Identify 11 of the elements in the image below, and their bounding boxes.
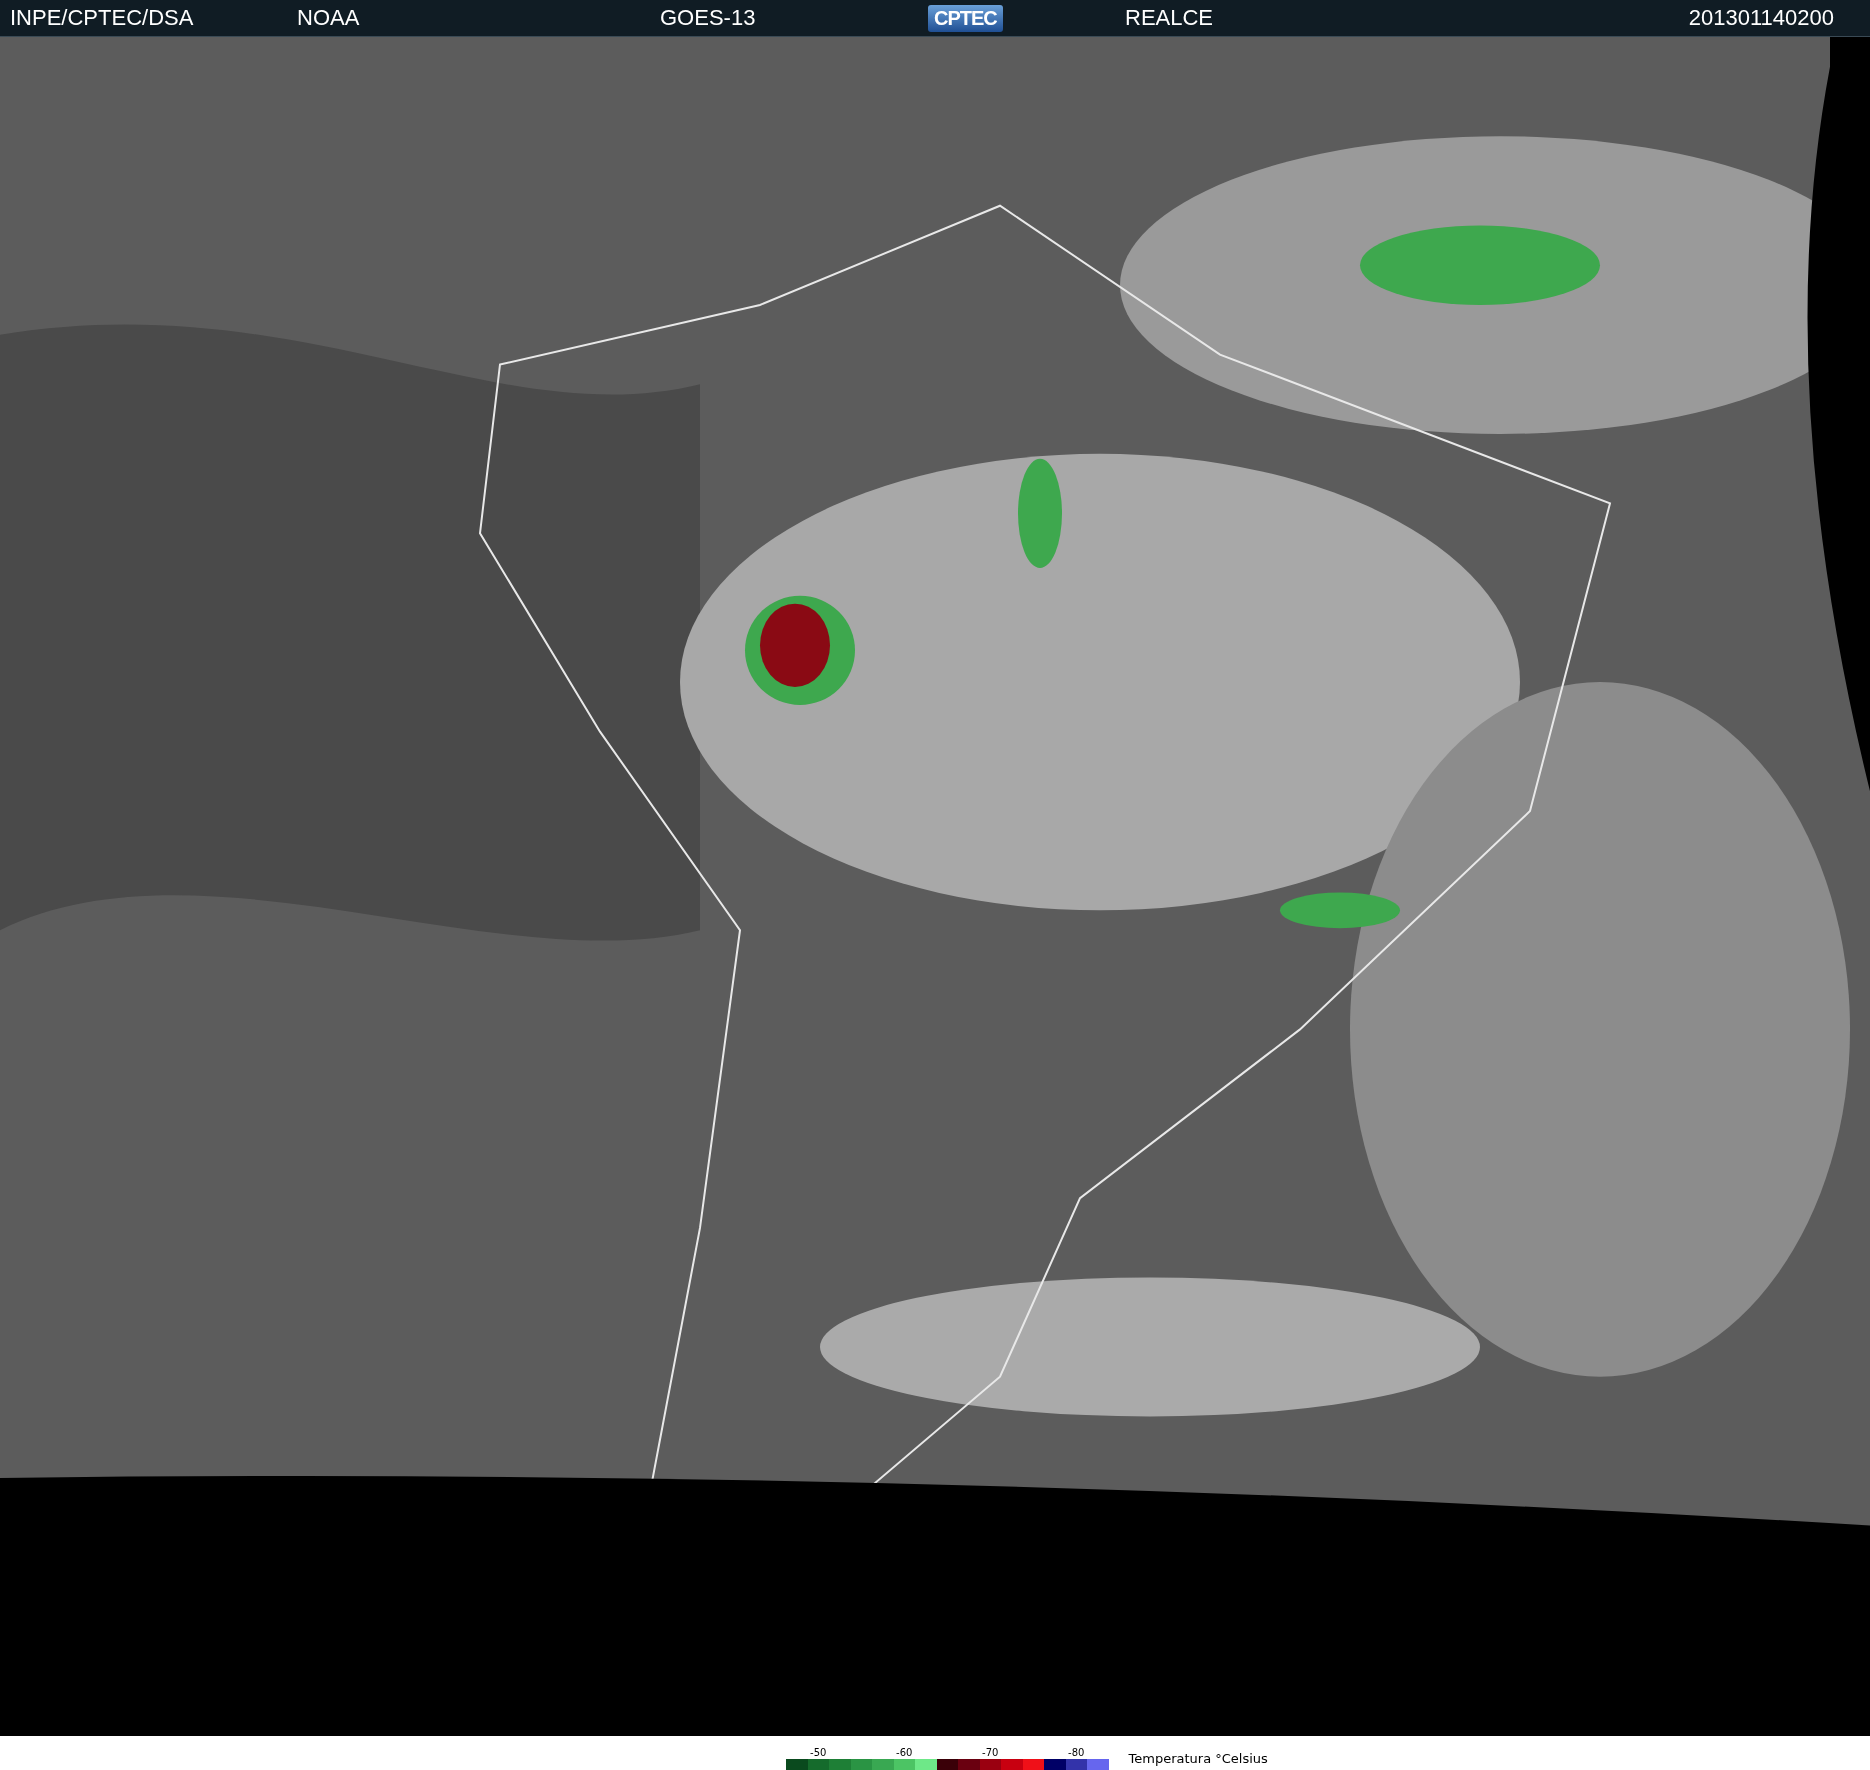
scale-tick-label: -80 xyxy=(1068,1747,1085,1759)
header-label: 201301140200 xyxy=(1688,5,1834,31)
header-label: NOAA xyxy=(297,5,361,31)
scale-tick-label: -60 xyxy=(896,1747,913,1759)
header-label: GOES-13 xyxy=(660,5,757,31)
legend-title: Temperatura °Celsius xyxy=(1128,1751,1268,1766)
header-label: INPE/CPTEC/DSA xyxy=(10,5,195,31)
logo: CPTEC xyxy=(928,4,1003,32)
header-label: REALCE xyxy=(1125,5,1215,31)
scale-tick-label: -70 xyxy=(982,1747,999,1759)
scale-tick-label: -50 xyxy=(810,1747,827,1759)
